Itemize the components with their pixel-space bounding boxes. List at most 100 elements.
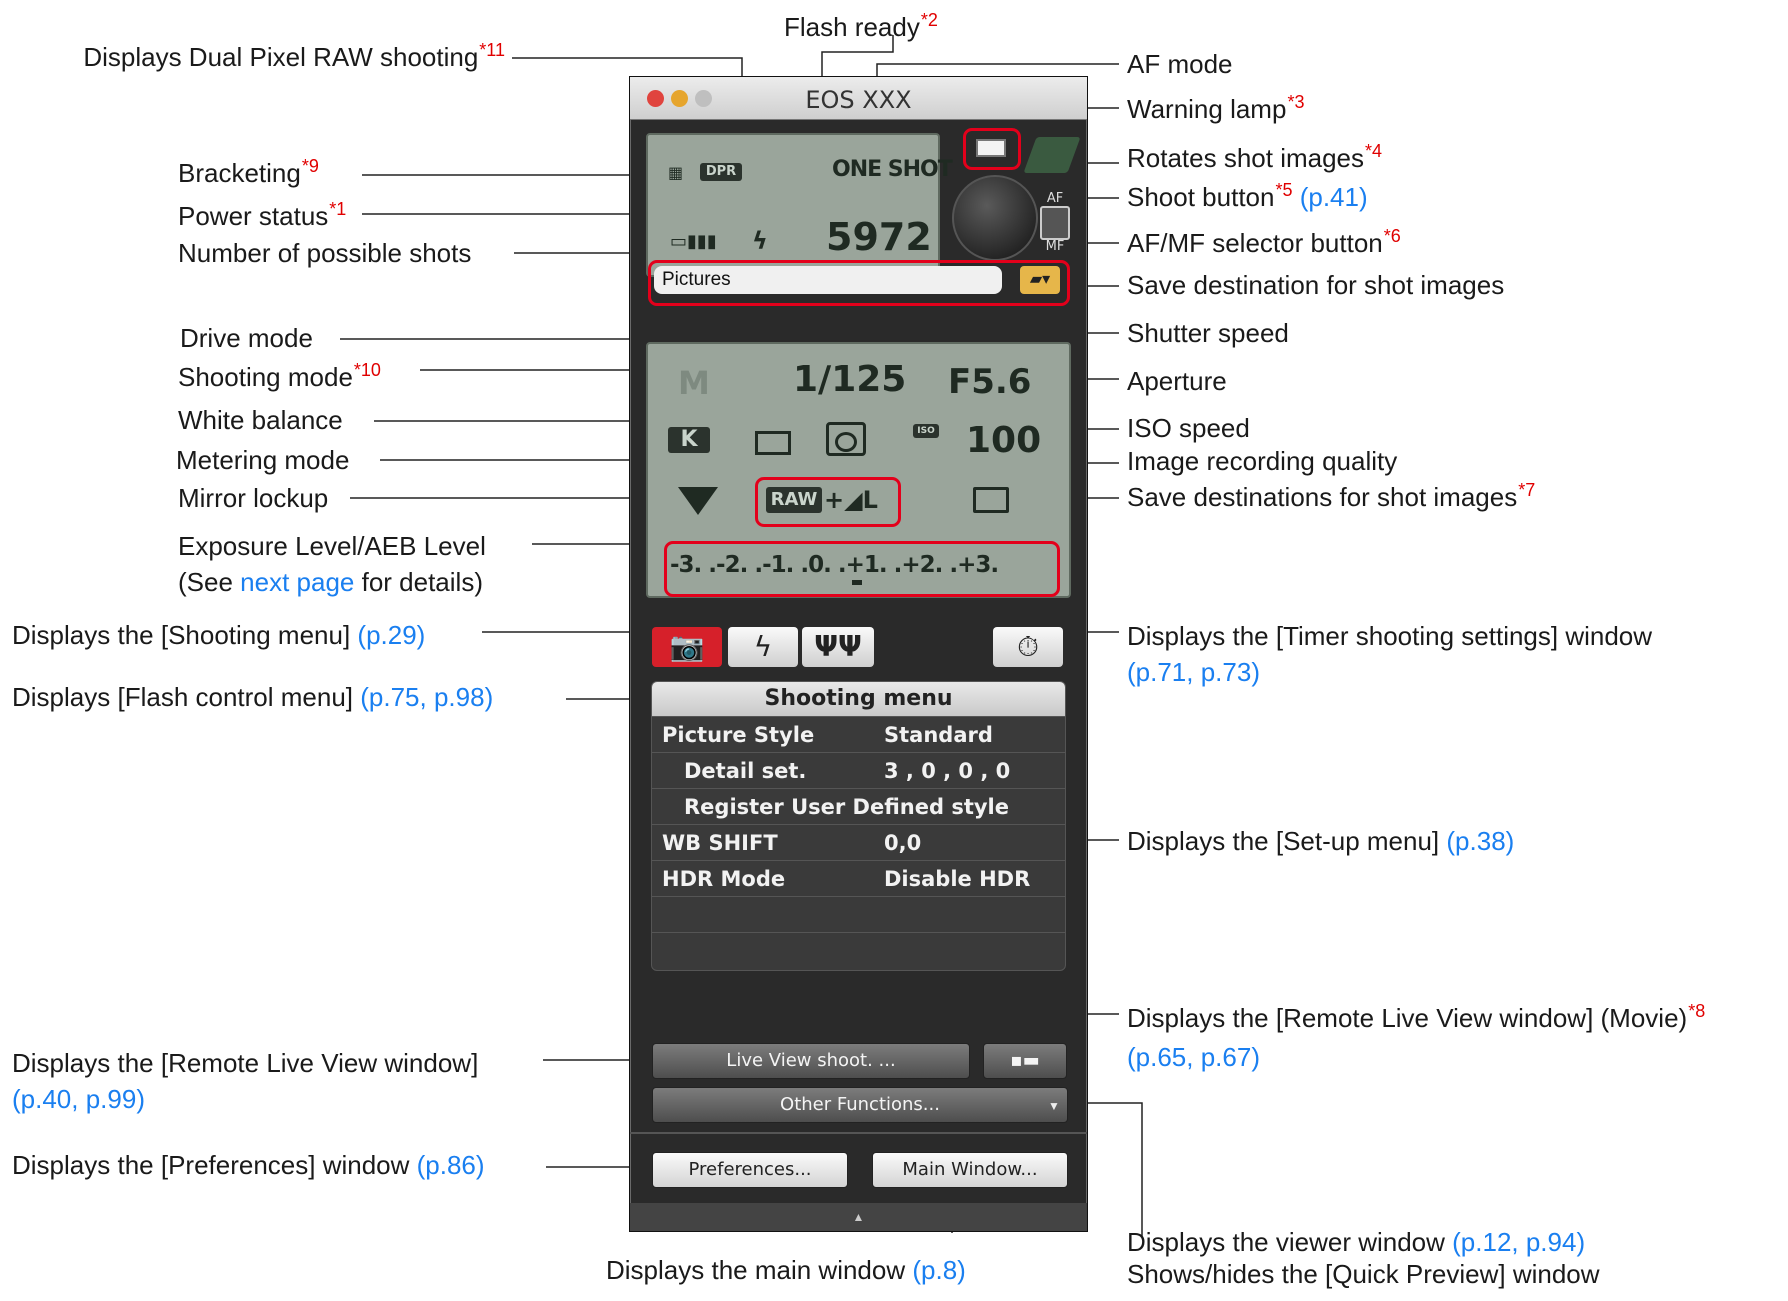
label-flash-ready: Flash ready*2	[784, 10, 938, 45]
iso-speed[interactable]: 100	[966, 420, 1041, 461]
other-functions-button[interactable]: Other Functions...	[652, 1087, 1068, 1123]
page-ref[interactable]: (p.12, p.94)	[1452, 1227, 1585, 1257]
label-remote-live-view: Displays the [Remote Live View window] (…	[12, 1045, 478, 1117]
label-text: Displays the [Shooting menu]	[12, 620, 358, 650]
af-mf-selector-button[interactable]: AF MF	[1038, 192, 1072, 254]
menu-row[interactable]: Register User Defined style	[652, 788, 1065, 824]
shoot-button[interactable]	[952, 175, 1038, 261]
timer-settings-button[interactable]: ⏱	[993, 627, 1063, 667]
exposure-level-scale[interactable]: -3. .-2. .-1. .0. .+1. .+2. .+3.	[670, 552, 999, 578]
label-text: Shows/hides the [Quick Preview] window	[1127, 1259, 1600, 1289]
rotate-images-icon[interactable]	[1023, 137, 1081, 173]
folder-select-button[interactable]: ▰▾	[1020, 266, 1060, 294]
footnote-marker: *6	[1383, 226, 1401, 246]
save-destination-field[interactable]: Pictures	[654, 266, 1002, 294]
menu-row-empty	[652, 896, 1065, 932]
image-quality-jpeg[interactable]: +◢L	[824, 486, 878, 514]
label-remote-live-view-movie: Displays the [Remote Live View window] (…	[1127, 1000, 1705, 1075]
page-ref[interactable]: (p.40, p.99)	[12, 1081, 478, 1117]
menu-row[interactable]: Picture Style Standard	[652, 716, 1065, 752]
tab-setup-menu[interactable]: ΨΨ	[802, 627, 874, 667]
footnote-marker: *10	[353, 360, 381, 380]
bracketing-icon: ▦	[668, 163, 684, 182]
menu-row[interactable]: Detail set. 3 , 0 , 0 , 0	[652, 752, 1065, 788]
shutter-speed[interactable]: 1/125	[793, 359, 906, 400]
label-text: Displays the [Timer shooting settings] w…	[1127, 621, 1653, 651]
image-quality-raw[interactable]: RAW	[766, 487, 822, 513]
page-ref[interactable]: (p.71, p.73)	[1127, 654, 1652, 690]
menu-row-value: Disable HDR	[884, 867, 1031, 891]
label-text: Warning lamp	[1127, 94, 1287, 124]
page-ref[interactable]: (p.75, p.98)	[360, 682, 493, 712]
page-ref[interactable]: (p.41)	[1300, 182, 1368, 212]
label-viewer: Displays the viewer window (p.12, p.94) …	[1127, 1226, 1600, 1290]
label-bracketing: Bracketing*9	[178, 156, 319, 191]
warning-lamp	[976, 139, 1006, 157]
label-preferences: Displays the [Preferences] window (p.86)	[12, 1150, 485, 1180]
mirror-lockup-icon[interactable]	[678, 487, 718, 515]
next-page-link[interactable]: next page	[240, 567, 354, 597]
white-balance[interactable]: K	[668, 427, 710, 453]
page-ref[interactable]: (p.86)	[417, 1150, 485, 1180]
page-ref[interactable]: (p.8)	[912, 1255, 965, 1285]
label-shooting-menu: Displays the [Shooting menu] (p.29)	[12, 620, 425, 650]
label-text: Flash ready	[784, 12, 920, 42]
menu-row-label: Picture Style	[662, 723, 815, 747]
label-main-window: Displays the main window (p.8)	[606, 1255, 966, 1285]
page-ref[interactable]: (p.29)	[357, 620, 425, 650]
label-line1: Displays the viewer window (p.12, p.94)	[1127, 1226, 1600, 1258]
preferences-button[interactable]: Preferences...	[652, 1152, 848, 1188]
label-exposure: Exposure Level/AEB Level (See next page …	[178, 528, 486, 600]
menu-row-value: 3 , 0 , 0 , 0	[884, 759, 1011, 783]
quick-preview-toggle[interactable]: ▲	[630, 1203, 1087, 1231]
movie-live-view-button[interactable]: ▪▬	[983, 1043, 1067, 1079]
tab-shooting-menu[interactable]: 📷	[652, 627, 722, 667]
label-metering: Metering mode	[176, 445, 350, 475]
title-bar[interactable]: EOS XXX	[630, 77, 1087, 120]
menu-row[interactable]: HDR Mode Disable HDR	[652, 860, 1065, 896]
footnote-marker: *11	[479, 40, 505, 60]
dropdown-arrow-icon[interactable]: ▼	[1048, 1099, 1060, 1113]
label-warning-lamp: Warning lamp*3	[1127, 92, 1304, 127]
footnote-marker: *7	[1518, 480, 1536, 500]
label-text: Save destinations for shot images	[1127, 482, 1518, 512]
menu-row-label: WB SHIFT	[662, 831, 778, 855]
label-white-balance: White balance	[178, 405, 343, 435]
menu-header: Shooting menu	[652, 682, 1065, 716]
label-shooting-mode: Shooting mode*10	[178, 360, 381, 395]
drive-mode-icon[interactable]	[755, 431, 791, 455]
label-text: Displays the [Preferences] window	[12, 1150, 417, 1180]
label-line1: Displays the [Remote Live View window] (…	[1127, 1000, 1705, 1039]
aperture[interactable]: F5.6	[948, 362, 1031, 402]
dual-pixel-raw-badge: DPR	[700, 163, 742, 181]
label-line2: (See next page for details)	[178, 564, 486, 600]
label-text: Displays [Flash control menu]	[12, 682, 361, 712]
menu-row-label: Detail set.	[684, 759, 807, 783]
page-ref[interactable]: (p.38)	[1446, 826, 1514, 856]
shooting-menu-panel: Shooting menu Picture Style Standard Deta…	[651, 681, 1066, 971]
label-text: Displays the [Remote Live View window]	[12, 1048, 479, 1078]
af-mf-switch	[1040, 206, 1070, 240]
battery-icon: ▭▮▮▮	[670, 231, 717, 252]
window-title: EOS XXX	[805, 86, 912, 114]
shooting-mode[interactable]: M	[678, 364, 710, 402]
footnote-marker: *2	[920, 10, 938, 30]
label-power: Power status*1	[178, 199, 346, 234]
menu-row-label: Register User Defined style	[684, 795, 1009, 819]
page-ref[interactable]: (p.65, p.67)	[1127, 1039, 1705, 1075]
menu-row[interactable]: WB SHIFT 0,0	[652, 824, 1065, 860]
tab-flash-control-menu[interactable]: ϟ	[728, 627, 798, 667]
status-lcd: ▦ DPR ONE SHOT ▭▮▮▮ ϟ 5972	[646, 133, 953, 277]
divider	[630, 1132, 1087, 1134]
label-text: Displays the [Remote Live View window] (…	[1127, 1003, 1688, 1033]
save-destinations-icon[interactable]	[973, 487, 1009, 513]
main-window-button[interactable]: Main Window...	[872, 1152, 1068, 1188]
footnote-marker: *9	[301, 156, 319, 176]
iso-badge: ISO	[913, 424, 939, 438]
label-dual-pixel: Displays Dual Pixel RAW shooting*11	[83, 40, 505, 75]
label-flash-menu: Displays [Flash control menu] (p.75, p.9…	[12, 682, 493, 712]
settings-lcd: M 1/125 F5.6 K ISO 100 RAW +◢L -3. .-2. …	[646, 342, 1071, 598]
live-view-shoot-button[interactable]: Live View shoot. ...	[652, 1043, 970, 1079]
label-shutter-speed: Shutter speed	[1127, 318, 1289, 348]
metering-mode-icon[interactable]	[826, 422, 866, 456]
